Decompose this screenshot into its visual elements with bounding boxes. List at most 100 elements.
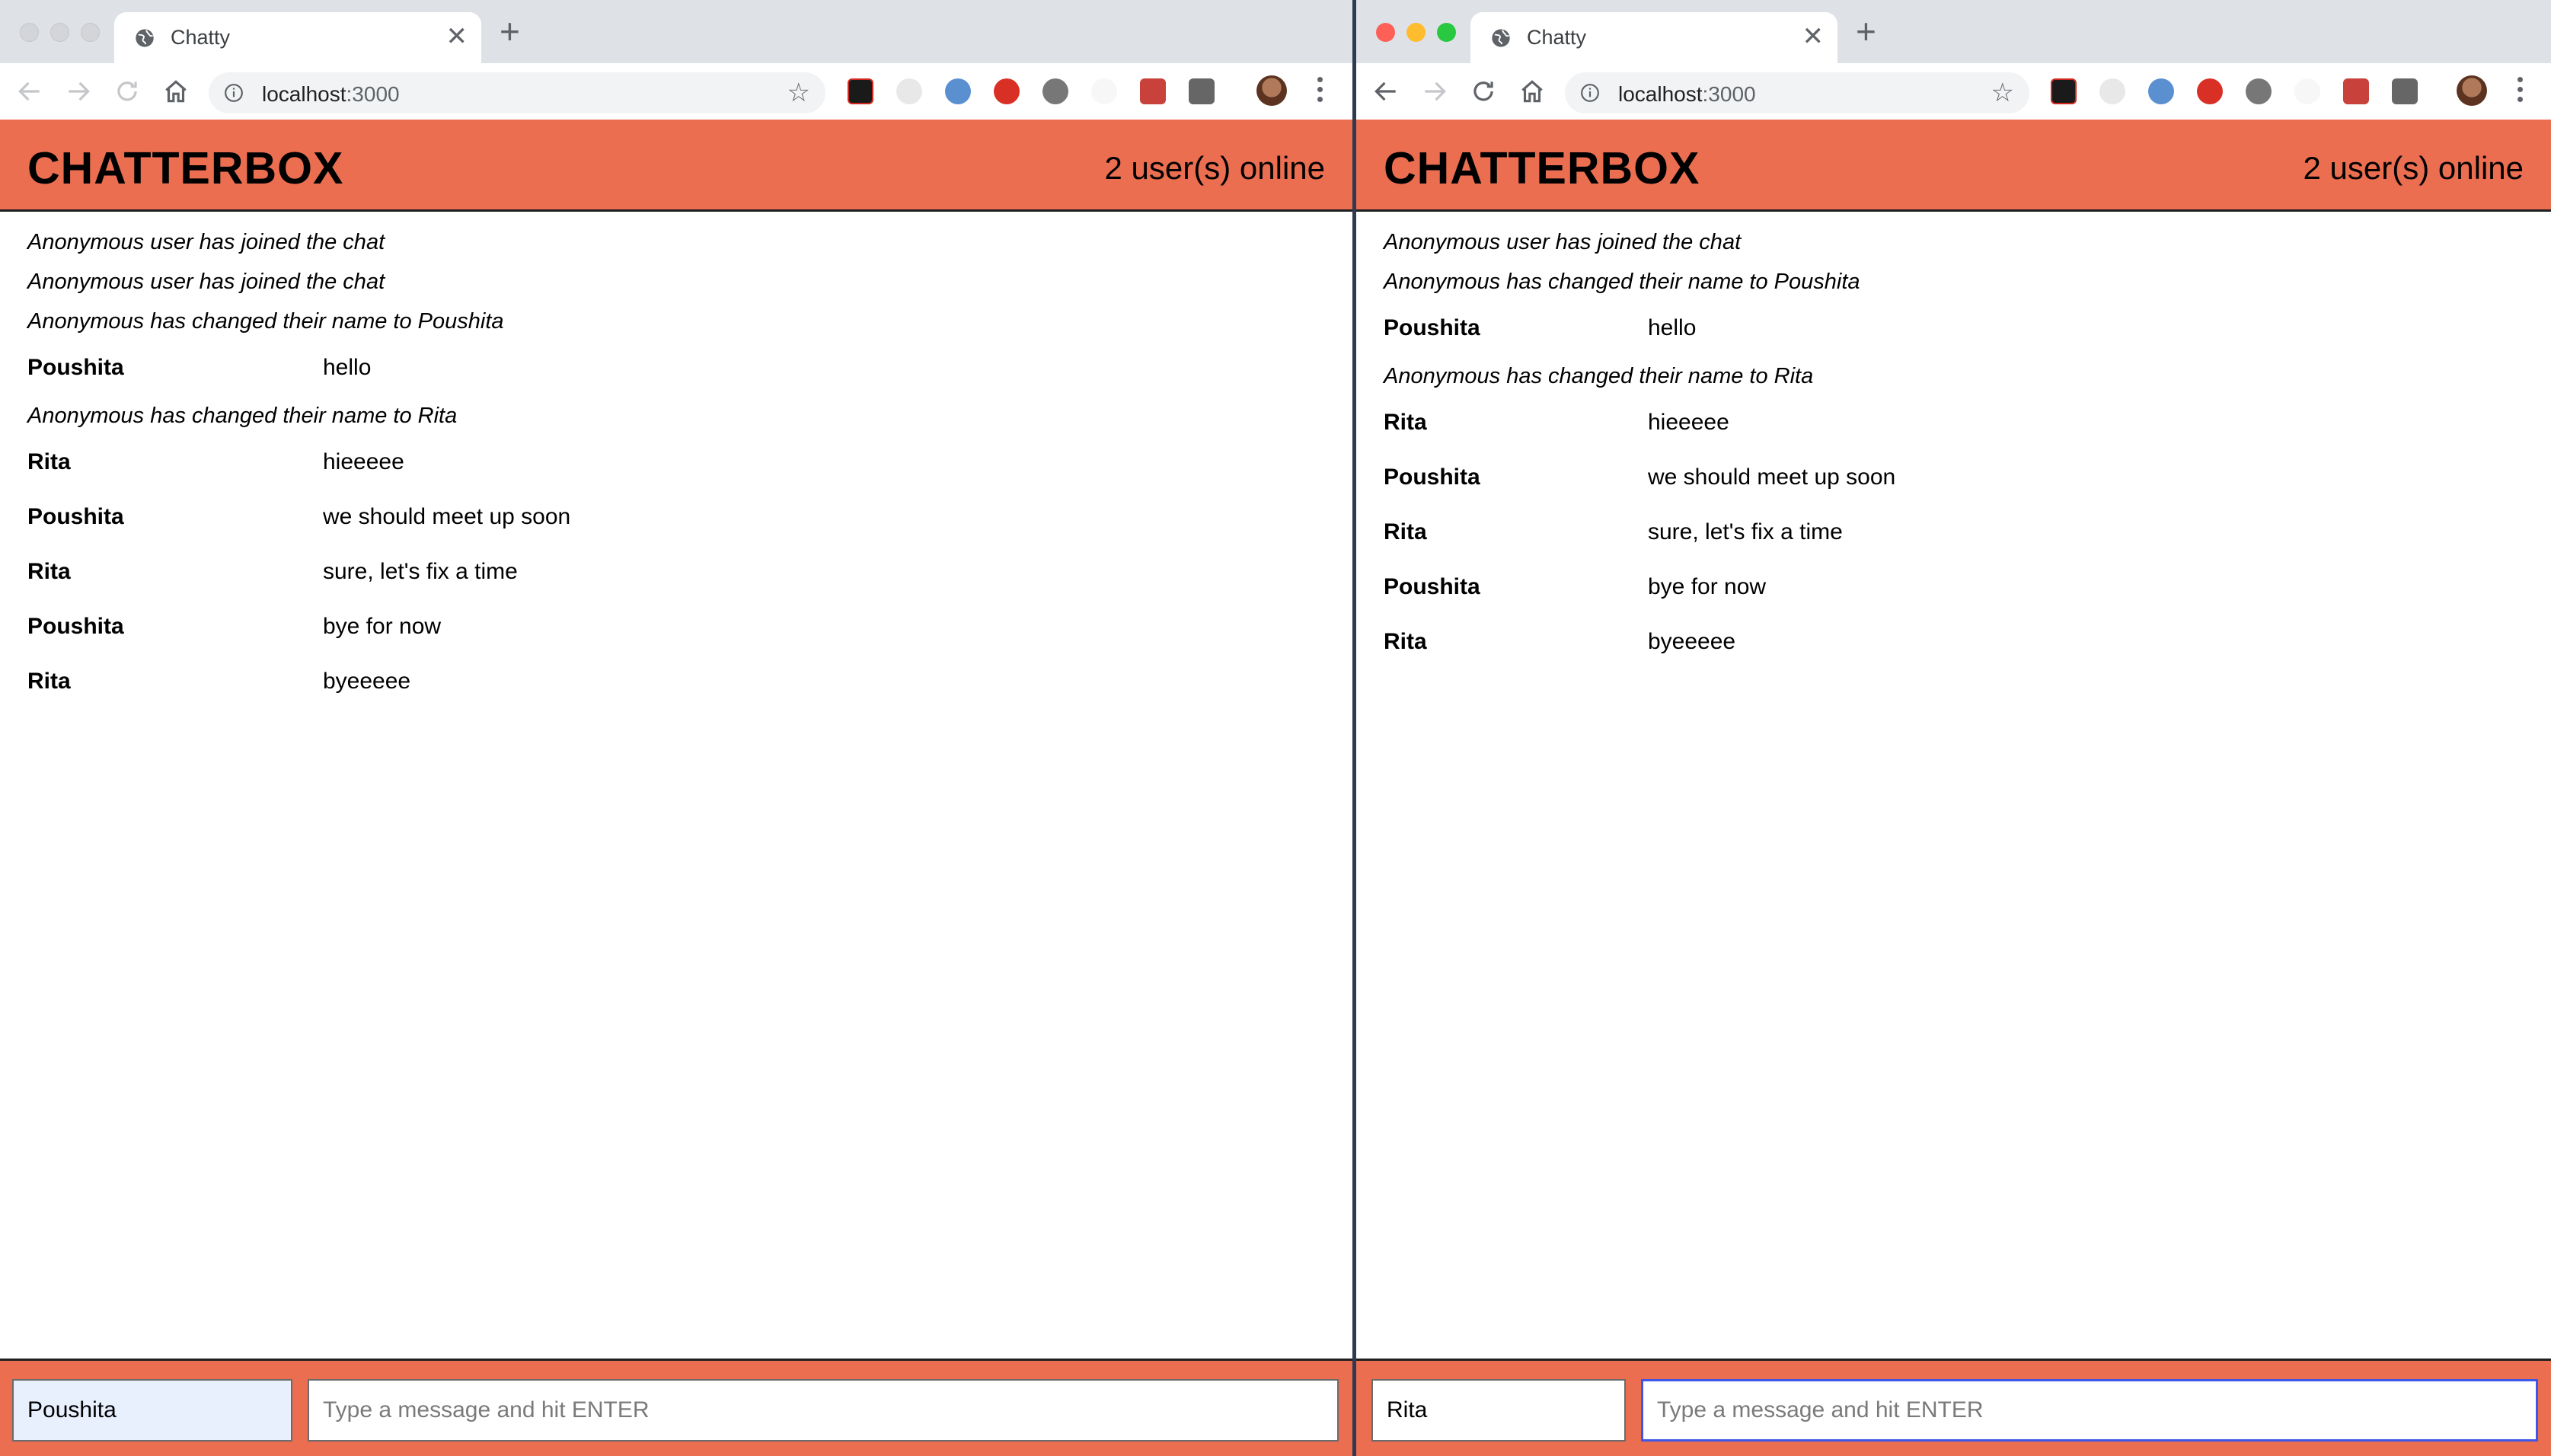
blank-icon[interactable] bbox=[1091, 78, 1117, 104]
chat-message: Poushita we should meet up soon bbox=[27, 483, 1325, 538]
system-message-text: Anonymous user has joined the chat bbox=[27, 230, 385, 254]
message-author: Rita bbox=[27, 449, 71, 474]
new-tab-button[interactable]: + bbox=[500, 14, 520, 49]
online-count: 2 user(s) online bbox=[1104, 150, 1325, 186]
bookmark-star-icon[interactable]: ☆ bbox=[1991, 80, 2014, 106]
moon-icon[interactable] bbox=[896, 78, 922, 104]
bookmark-star-icon[interactable]: ☆ bbox=[787, 80, 810, 106]
system-message: Anonymous user has joined the chat bbox=[27, 215, 1325, 254]
message-list: Anonymous user has joined the chat Anonym… bbox=[1384, 215, 2524, 663]
close-window-button[interactable] bbox=[20, 23, 39, 42]
chat-message: Rita sure, let's fix a time bbox=[27, 538, 1325, 592]
puzzle-icon[interactable] bbox=[2343, 78, 2369, 104]
maximize-window-button[interactable] bbox=[1437, 23, 1456, 42]
browser-toolbar: localhost:3000 ☆ bbox=[0, 63, 1352, 120]
tab-strip: Chatty ✕ + bbox=[1356, 0, 2551, 63]
message-text: we should meet up soon bbox=[1648, 465, 1896, 490]
lens-icon[interactable] bbox=[945, 78, 971, 104]
address-bar[interactable]: localhost:3000 ☆ bbox=[209, 72, 825, 113]
message-text: we should meet up soon bbox=[323, 504, 571, 529]
message-input[interactable] bbox=[308, 1379, 1339, 1442]
forward-icon[interactable] bbox=[1420, 77, 1449, 106]
tab-title: Chatty bbox=[1527, 26, 1587, 49]
home-icon[interactable] bbox=[1518, 77, 1547, 106]
avatar[interactable] bbox=[1256, 75, 1287, 106]
system-message: Anonymous has changed their name to Pous… bbox=[1384, 254, 2524, 294]
system-message: Anonymous has changed their name to Pous… bbox=[27, 294, 1325, 334]
message-author: Poushita bbox=[27, 355, 124, 380]
username-input[interactable] bbox=[12, 1379, 292, 1442]
chat-message: Poushita we should meet up soon bbox=[1384, 443, 2524, 498]
reload-icon[interactable] bbox=[113, 77, 142, 106]
close-tab-icon[interactable]: ✕ bbox=[1802, 23, 1825, 50]
maximize-window-button[interactable] bbox=[81, 23, 100, 42]
back-icon[interactable] bbox=[1371, 77, 1400, 106]
app-header: CHATTERBOX 2 user(s) online bbox=[0, 120, 1352, 212]
username-input[interactable] bbox=[1371, 1379, 1626, 1442]
message-author: Poushita bbox=[27, 504, 124, 529]
menu-icon[interactable] bbox=[2517, 77, 2523, 106]
browser-window-left: Chatty ✕ + localhost:3000 ☆ CHATTERBOX 2… bbox=[0, 0, 1352, 1456]
browser-tab[interactable]: Chatty ✕ bbox=[114, 12, 481, 63]
message-author: Rita bbox=[27, 669, 71, 694]
browser-toolbar: localhost:3000 ☆ bbox=[1356, 63, 2551, 120]
info-icon[interactable] bbox=[1580, 83, 1600, 103]
message-author: Poushita bbox=[1384, 315, 1480, 340]
browser-tab[interactable]: Chatty ✕ bbox=[1470, 12, 1837, 63]
system-message-text: Anonymous user has joined the chat bbox=[27, 270, 385, 294]
facebook-icon[interactable] bbox=[2392, 78, 2418, 104]
message-input[interactable] bbox=[1641, 1379, 2538, 1442]
minimize-window-button[interactable] bbox=[50, 23, 69, 42]
online-count: 2 user(s) online bbox=[2303, 150, 2524, 186]
menu-icon[interactable] bbox=[1317, 77, 1323, 106]
moon-icon[interactable] bbox=[2099, 78, 2125, 104]
system-message-text: Anonymous has changed their name to Rita bbox=[1384, 364, 1814, 388]
message-text: sure, let's fix a time bbox=[1648, 519, 1843, 544]
info-icon[interactable] bbox=[224, 83, 244, 103]
avatar[interactable] bbox=[2457, 75, 2487, 106]
stop-icon[interactable] bbox=[2197, 78, 2223, 104]
chat-message: Rita hieeeee bbox=[27, 428, 1325, 483]
stop-icon[interactable] bbox=[994, 78, 1020, 104]
message-author: Rita bbox=[27, 559, 71, 584]
facebook-icon[interactable] bbox=[1189, 78, 1215, 104]
tab-title: Chatty bbox=[171, 26, 231, 49]
system-message: Anonymous has changed their name to Rita bbox=[27, 388, 1325, 428]
url-text: localhost:3000 bbox=[262, 82, 400, 106]
minimize-window-button[interactable] bbox=[1406, 23, 1426, 42]
system-message: Anonymous user has joined the chat bbox=[1384, 215, 2524, 254]
lens-icon[interactable] bbox=[2148, 78, 2174, 104]
message-text: hello bbox=[323, 355, 372, 380]
system-message-text: Anonymous has changed their name to Pous… bbox=[1384, 270, 1860, 294]
window-controls bbox=[1376, 23, 1456, 42]
message-text: hieeeee bbox=[1648, 410, 1729, 435]
app-title: CHATTERBOX bbox=[27, 143, 344, 193]
message-author: Rita bbox=[1384, 410, 1427, 435]
message-text: byeeeee bbox=[323, 669, 411, 694]
new-tab-button[interactable]: + bbox=[1856, 14, 1876, 49]
acrobat-icon[interactable] bbox=[848, 78, 873, 104]
chat-message: Rita byeeeee bbox=[1384, 608, 2524, 663]
window-controls bbox=[20, 23, 100, 42]
blank-icon[interactable] bbox=[2294, 78, 2320, 104]
close-tab-icon[interactable]: ✕ bbox=[446, 23, 468, 50]
reload-icon[interactable] bbox=[1469, 77, 1498, 106]
back-icon[interactable] bbox=[15, 77, 44, 106]
system-message-text: Anonymous has changed their name to Rita bbox=[27, 404, 458, 428]
chat-footer bbox=[1356, 1359, 2551, 1456]
close-window-button[interactable] bbox=[1376, 23, 1395, 42]
message-text: sure, let's fix a time bbox=[323, 559, 518, 584]
message-author: Poushita bbox=[1384, 465, 1480, 490]
forward-icon[interactable] bbox=[64, 77, 93, 106]
chat-message: Rita sure, let's fix a time bbox=[1384, 498, 2524, 553]
chat-message: Poushita bye for now bbox=[1384, 553, 2524, 608]
acrobat-icon[interactable] bbox=[2051, 78, 2077, 104]
message-author: Rita bbox=[1384, 519, 1427, 544]
home-icon[interactable] bbox=[161, 77, 190, 106]
puzzle-icon[interactable] bbox=[1140, 78, 1166, 104]
message-list: Anonymous user has joined the chat Anonym… bbox=[27, 215, 1325, 702]
system-message-text: Anonymous user has joined the chat bbox=[1384, 230, 1742, 254]
address-bar[interactable]: localhost:3000 ☆ bbox=[1565, 72, 2029, 113]
spiral-icon[interactable] bbox=[2246, 78, 2272, 104]
spiral-icon[interactable] bbox=[1042, 78, 1068, 104]
